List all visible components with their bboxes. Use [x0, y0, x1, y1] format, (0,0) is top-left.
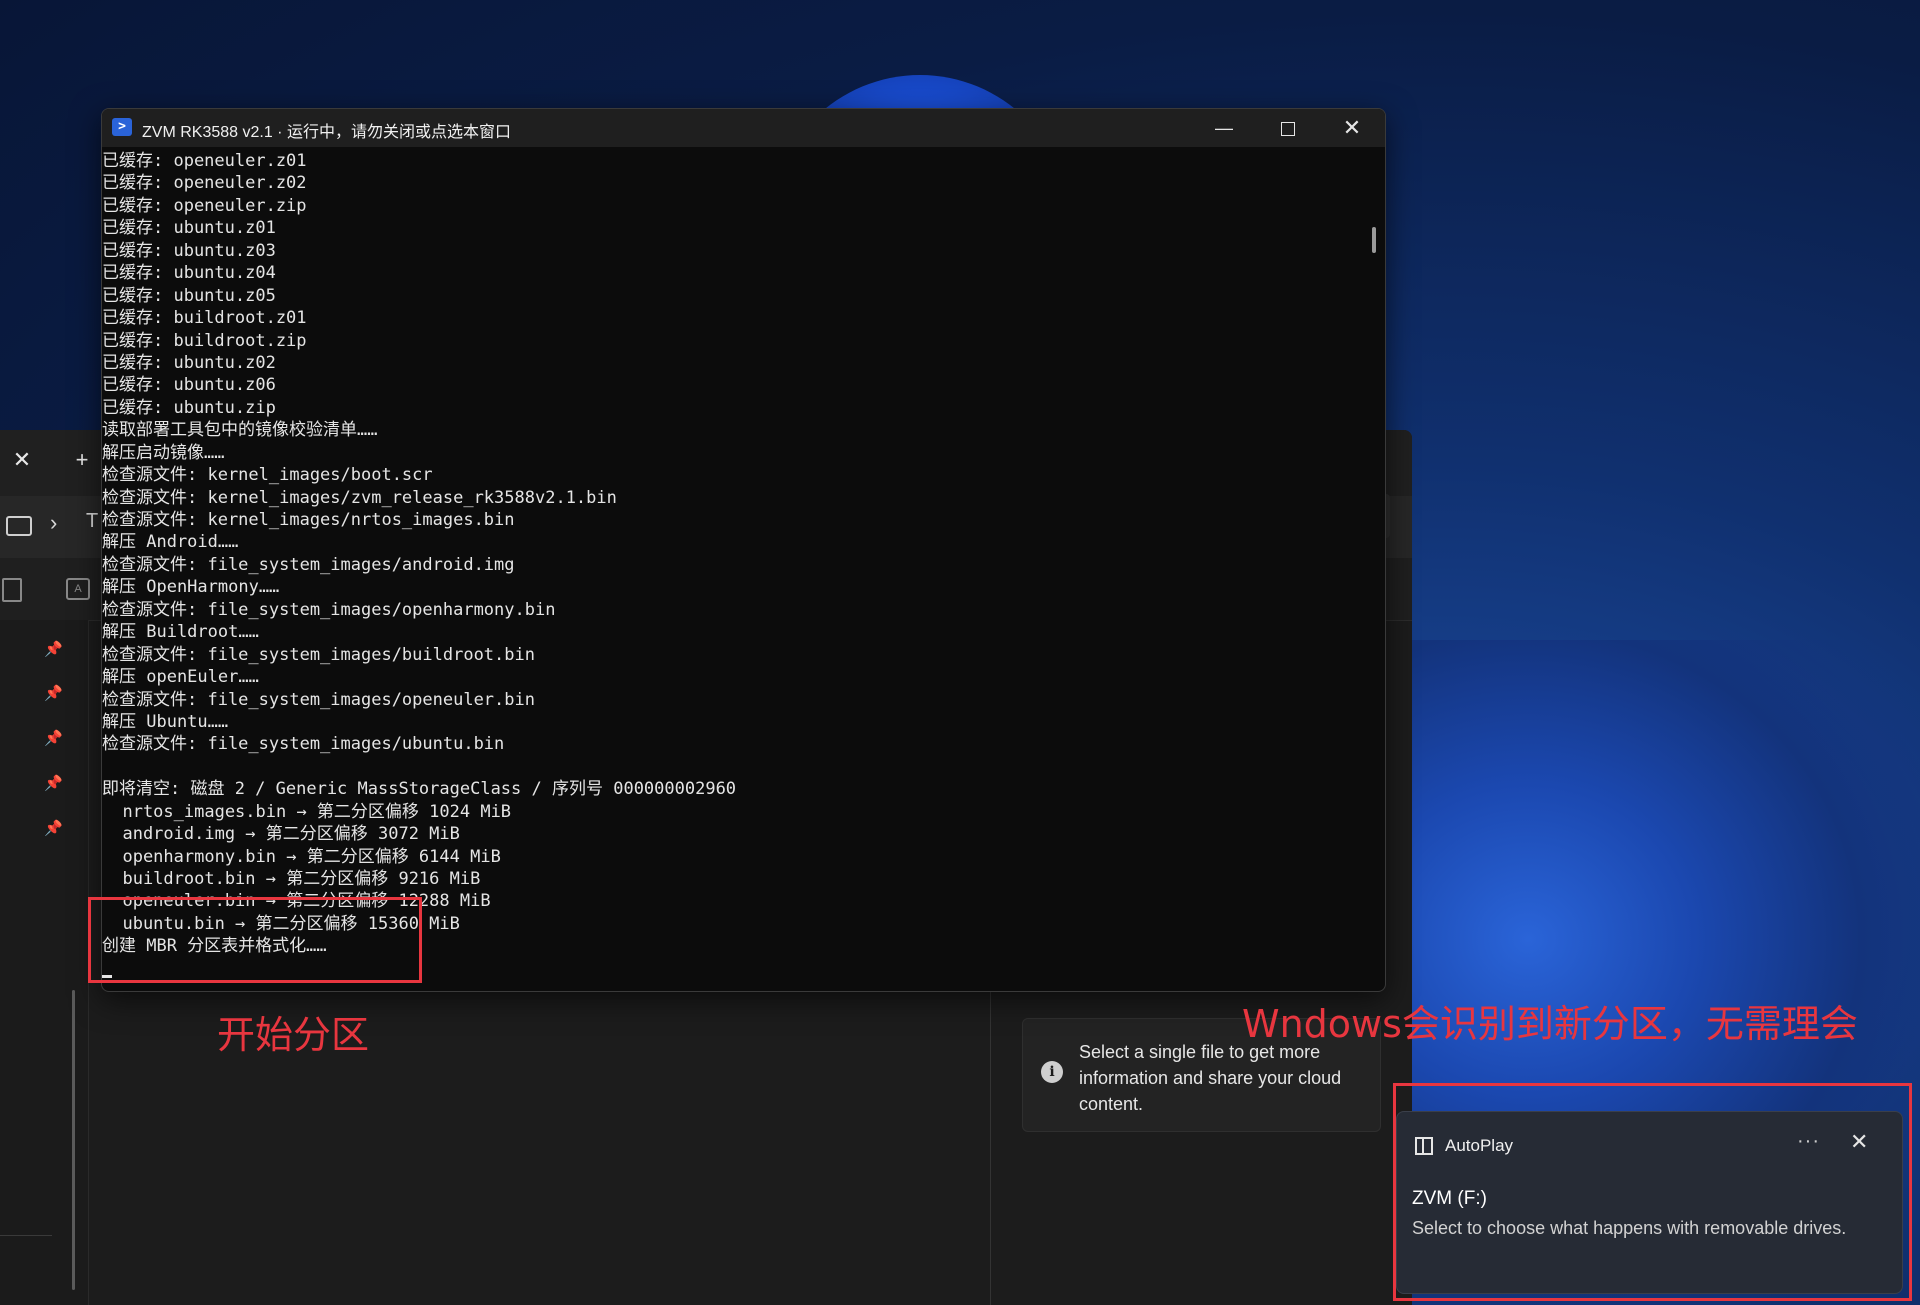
info-icon: i — [1041, 1061, 1063, 1083]
maximize-icon — [1281, 122, 1295, 137]
terminal-line: 检查源文件: kernel_images/boot.scr — [102, 465, 433, 486]
terminal-line: 已缓存: ubuntu.z01 — [102, 218, 276, 239]
terminal-line: 已缓存: openeuler.z02 — [102, 173, 307, 194]
terminal-line: 解压 openEuler…… — [102, 667, 259, 688]
terminal-line: 检查源文件: file_system_images/openharmony.bi… — [102, 599, 556, 620]
terminal-line: 已缓存: ubuntu.zip — [102, 397, 276, 418]
terminal-line: android.img → 第二分区偏移 3072 MiB — [102, 824, 460, 845]
minimize-button[interactable]: — — [1192, 109, 1256, 147]
nav-divider — [0, 1235, 52, 1236]
toast-app-name: AutoPlay — [1445, 1136, 1514, 1155]
terminal-line: 解压 Buildroot…… — [102, 622, 259, 643]
terminal-title: ZVM RK3588 v2.1 · 运行中，请勿关闭或点选本窗口 — [142, 124, 511, 141]
new-tab-plus-icon[interactable]: + — [72, 449, 92, 471]
nav-scrollbar[interactable] — [72, 990, 75, 1290]
pin-icon[interactable]: 📌 — [44, 819, 63, 837]
terminal-line: 检查源文件: file_system_images/openeuler.bin — [102, 689, 535, 710]
explorer-nav-pane: 📌 📌 📌 📌 📌 — [0, 620, 89, 1305]
terminal-line: 解压 Android…… — [102, 532, 239, 553]
terminal-line: 检查源文件: file_system_images/android.img — [102, 554, 515, 575]
terminal-line: 解压启动镜像…… — [102, 442, 225, 463]
terminal-output[interactable]: 已缓存: openeuler.z01 已缓存: openeuler.z02 已缓存:… — [102, 147, 1357, 991]
pin-icon[interactable]: 📌 — [44, 729, 63, 747]
terminal-scrollbar[interactable] — [1372, 227, 1376, 253]
terminal-line: 检查源文件: kernel_images/nrtos_images.bin — [102, 510, 515, 530]
terminal-line: 检查源文件: kernel_images/zvm_release_rk3588v… — [102, 487, 617, 508]
powershell-icon: > — [112, 118, 132, 136]
terminal-window[interactable]: > ZVM RK3588 v2.1 · 运行中，请勿关闭或点选本窗口 — ✕ 已… — [101, 108, 1386, 992]
pin-icon[interactable]: 📌 — [44, 640, 63, 658]
terminal-line: openharmony.bin → 第二分区偏移 6144 MiB — [102, 846, 501, 867]
terminal-line: buildroot.bin → 第二分区偏移 9216 MiB — [102, 869, 481, 889]
toast-close-button[interactable]: ✕ — [1850, 1129, 1868, 1155]
pane-splitter[interactable] — [990, 990, 991, 1305]
pin-icon[interactable]: 📌 — [44, 684, 63, 702]
terminal-line: nrtos_images.bin → 第二分区偏移 1024 MiB — [102, 801, 512, 822]
terminal-line: 读取部署工具包中的镜像校验清单…… — [102, 420, 378, 441]
terminal-line: 检查源文件: file_system_images/ubuntu.bin — [102, 734, 505, 755]
maximize-button[interactable] — [1256, 109, 1320, 147]
terminal-line: 已缓存: buildroot.zip — [102, 330, 307, 351]
terminal-line: 已缓存: ubuntu.z03 — [102, 240, 276, 261]
annotation-box-partition — [88, 897, 422, 983]
terminal-line: 已缓存: openeuler.zip — [102, 195, 307, 216]
close-button[interactable]: ✕ — [1320, 109, 1384, 147]
info-card-text: Select a single file to get more informa… — [1079, 1042, 1342, 1114]
toast-body: Select to choose what happens with remov… — [1412, 1218, 1847, 1238]
chevron-right-icon[interactable]: › — [50, 510, 57, 536]
terminal-line: 已缓存: ubuntu.z05 — [102, 285, 276, 306]
annotation-partition-label: 开始分区 — [217, 1013, 370, 1057]
terminal-line: 已缓存: ubuntu.z06 — [102, 375, 276, 396]
terminal-line: 已缓存: ubuntu.z04 — [102, 263, 276, 284]
rename-icon[interactable]: A — [66, 578, 90, 600]
terminal-title-bar[interactable]: > ZVM RK3588 v2.1 · 运行中，请勿关闭或点选本窗口 — ✕ — [102, 109, 1385, 147]
computer-icon[interactable] — [6, 516, 32, 536]
terminal-line: 已缓存: ubuntu.z02 — [102, 352, 276, 373]
terminal-line: 检查源文件: file_system_images/buildroot.bin — [102, 644, 535, 665]
address-breadcrumb[interactable]: T — [86, 510, 98, 533]
terminal-line: 解压 OpenHarmony…… — [102, 577, 280, 598]
terminal-line: 即将清空: 磁盘 2 / Generic MassStorageClass / … — [102, 779, 737, 800]
terminal-line: 已缓存: buildroot.z01 — [102, 308, 307, 329]
autoplay-notification[interactable]: AutoPlay ··· ✕ ZVM (F:) Select to choose… — [1396, 1111, 1903, 1294]
terminal-line: 已缓存: openeuler.z01 — [102, 151, 307, 171]
terminal-line: 解压 Ubuntu…… — [102, 711, 229, 732]
annotation-windows-note: Wndows会识别到新分区，无需理会 — [1242, 1002, 1858, 1046]
more-options-button[interactable]: ··· — [1797, 1130, 1820, 1153]
clipboard-icon[interactable] — [2, 578, 22, 602]
autoplay-icon — [1415, 1137, 1433, 1155]
close-icon[interactable]: ✕ — [12, 449, 32, 471]
toast-title: ZVM (F:) — [1412, 1188, 1487, 1209]
pin-icon[interactable]: 📌 — [44, 774, 63, 792]
